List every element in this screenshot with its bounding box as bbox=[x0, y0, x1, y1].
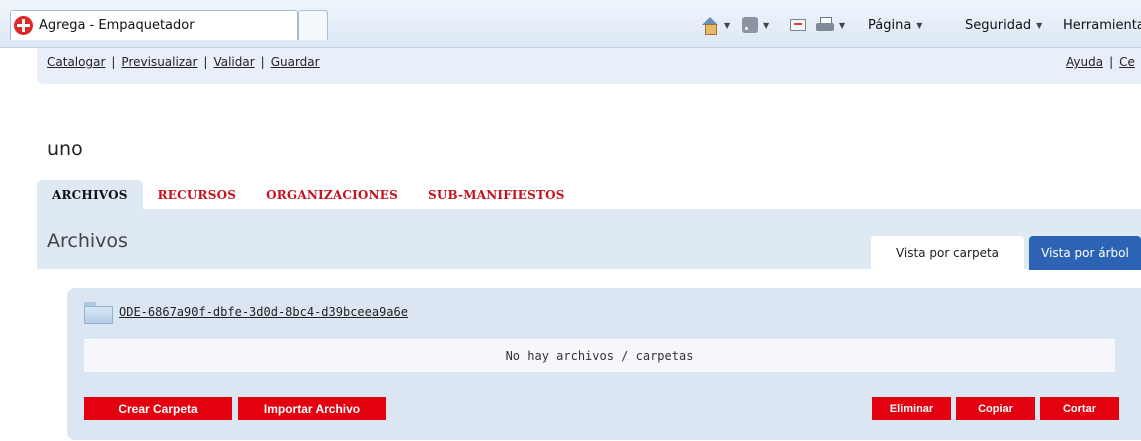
browser-toolbar: Agrega - Empaquetador ▼ ▼ ▼ Página ▼ Seg… bbox=[0, 0, 1141, 48]
tab-organizaciones[interactable]: ORGANIZACIONES bbox=[251, 180, 413, 209]
top-links-right: Ayuda | Ce bbox=[1066, 55, 1141, 69]
chevron-down-icon: ▼ bbox=[839, 20, 846, 30]
section-title: Archivos bbox=[47, 230, 128, 252]
empty-message: No hay archivos / carpetas bbox=[84, 339, 1115, 372]
previsualizar-link[interactable]: Previsualizar bbox=[121, 55, 197, 69]
mail-icon bbox=[790, 19, 806, 31]
chevron-down-icon: ▼ bbox=[763, 20, 770, 30]
delete-button[interactable]: Eliminar bbox=[872, 397, 951, 420]
rss-feed-icon bbox=[742, 17, 758, 33]
separator: | bbox=[111, 55, 116, 69]
tools-menu-label: Herramientas bbox=[1063, 17, 1141, 33]
home-button[interactable]: ▼ bbox=[701, 14, 730, 36]
chevron-down-icon: ▼ bbox=[916, 20, 923, 30]
copy-button[interactable]: Copiar bbox=[956, 397, 1035, 420]
import-file-button[interactable]: Importar Archivo bbox=[238, 397, 386, 420]
cut-button[interactable]: Cortar bbox=[1040, 397, 1119, 420]
security-menu-label: Seguridad bbox=[965, 17, 1032, 33]
top-links-left: Catalogar | Previsualizar | Validar | Gu… bbox=[47, 55, 320, 69]
printer-icon bbox=[816, 17, 834, 33]
security-menu[interactable]: Seguridad ▼ bbox=[965, 14, 1042, 36]
ayuda-link[interactable]: Ayuda bbox=[1066, 55, 1103, 69]
folder-row: ODE-6867a90f-dbfe-3d0d-8bc4-d39bceea9a6e bbox=[84, 302, 408, 324]
page-menu[interactable]: Página ▼ bbox=[868, 14, 922, 36]
page-menu-label: Página bbox=[868, 17, 912, 33]
folder-icon bbox=[84, 302, 113, 324]
main-tabs: ARCHIVOS RECURSOS ORGANIZACIONES SUB-MAN… bbox=[37, 180, 580, 209]
validar-link[interactable]: Validar bbox=[213, 55, 254, 69]
browser-tab-title: Agrega - Empaquetador bbox=[39, 18, 195, 33]
tab-sub-manifiestos[interactable]: SUB-MANIFIESTOS bbox=[413, 180, 580, 209]
separator: | bbox=[260, 55, 265, 69]
new-tab-button[interactable] bbox=[298, 10, 328, 40]
home-icon bbox=[701, 17, 719, 35]
cerrar-link[interactable]: Ce bbox=[1119, 55, 1135, 69]
browser-tab[interactable]: Agrega - Empaquetador bbox=[10, 10, 298, 40]
mail-button[interactable] bbox=[790, 14, 806, 36]
feeds-button[interactable]: ▼ bbox=[742, 14, 769, 36]
catalogar-link[interactable]: Catalogar bbox=[47, 55, 105, 69]
tools-menu[interactable]: Herramientas bbox=[1063, 14, 1141, 36]
folder-link[interactable]: ODE-6867a90f-dbfe-3d0d-8bc4-d39bceea9a6e bbox=[119, 305, 408, 319]
top-link-bar: Catalogar | Previsualizar | Validar | Gu… bbox=[37, 48, 1141, 84]
chevron-down-icon: ▼ bbox=[724, 20, 731, 30]
separator: | bbox=[1109, 55, 1114, 69]
separator: | bbox=[203, 55, 208, 69]
tab-folder-view[interactable]: Vista por carpeta bbox=[871, 236, 1024, 270]
tab-tree-view[interactable]: Vista por árbol bbox=[1029, 236, 1141, 270]
guardar-link[interactable]: Guardar bbox=[271, 55, 320, 69]
ode-name-heading: uno bbox=[47, 138, 83, 160]
chevron-down-icon: ▼ bbox=[1036, 20, 1043, 30]
tab-archivos[interactable]: ARCHIVOS bbox=[37, 180, 143, 209]
tab-recursos[interactable]: RECURSOS bbox=[143, 180, 252, 209]
print-button[interactable]: ▼ bbox=[816, 14, 845, 36]
create-folder-button[interactable]: Crear Carpeta bbox=[84, 397, 232, 420]
agrega-logo-icon bbox=[14, 16, 33, 35]
